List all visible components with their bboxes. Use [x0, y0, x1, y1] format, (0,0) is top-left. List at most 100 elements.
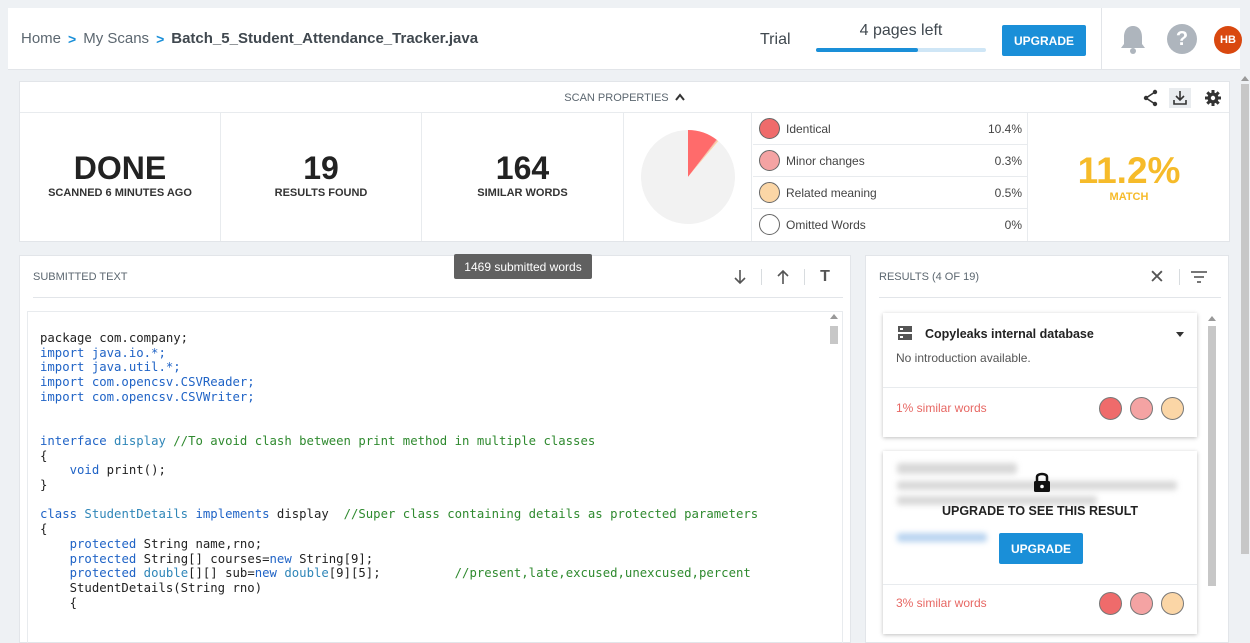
divider — [883, 387, 1197, 388]
upgrade-result-button[interactable]: UPGRADE — [999, 533, 1083, 564]
match-cell: 11.2% MATCH — [1029, 113, 1229, 241]
legend-row: Minor changes 0.3% — [753, 145, 1028, 177]
scroll-up-icon[interactable] — [1241, 76, 1249, 81]
gear-icon[interactable] — [1202, 88, 1224, 108]
legend-label: Related meaning — [786, 186, 877, 200]
code-line: import com.opencsv.CSVReader; — [40, 375, 255, 390]
legend-label: Omitted Words — [786, 218, 866, 232]
code-line: package com.company; — [40, 331, 189, 345]
page-scrollbar[interactable] — [1240, 74, 1250, 643]
results-title: RESULTS (4 OF 19) — [879, 271, 980, 283]
close-icon[interactable]: ✕ — [1149, 266, 1165, 289]
chevron-down-icon[interactable] — [1176, 332, 1184, 337]
breadcrumb-separator: > — [68, 30, 77, 47]
submitted-words-tooltip: 1469 submitted words — [454, 254, 592, 279]
upgrade-button[interactable]: UPGRADE — [1002, 25, 1086, 56]
filter-icon[interactable] — [1190, 270, 1208, 284]
results-panel: RESULTS (4 OF 19) ✕ Copyleaks internal d… — [865, 255, 1229, 643]
legend-value: 0.3% — [994, 154, 1022, 168]
legend-value: 0.5% — [994, 186, 1022, 200]
breadcrumb-home[interactable]: Home — [21, 30, 61, 47]
legend-dot — [759, 182, 780, 203]
legend-dot — [759, 150, 780, 171]
upgrade-message: UPGRADE TO SEE THIS RESULT — [941, 504, 1139, 518]
result-card[interactable]: Copyleaks internal database No introduct… — [883, 313, 1197, 437]
legend-value: 0% — [1004, 218, 1022, 232]
match-pie-cell — [624, 113, 752, 241]
code-line: import java.io.*; — [40, 345, 166, 360]
related-meaning-dot — [1161, 592, 1184, 615]
divider — [1101, 8, 1102, 70]
result-similarity: 3% similar words — [896, 596, 987, 610]
submitted-text-panel: SUBMITTED TEXT T package com.company; imp… — [19, 255, 851, 643]
related-meaning-dot — [1161, 397, 1184, 420]
code-line: void print(); — [69, 463, 166, 478]
scrollbar-thumb[interactable] — [1208, 326, 1216, 586]
text-format-icon[interactable]: T — [815, 267, 835, 287]
identical-dot — [1099, 592, 1122, 615]
legend-row: Omitted Words 0% — [753, 209, 1028, 241]
code-line: protected String[] courses=new String[9]… — [69, 551, 374, 566]
result-similarity: 1% similar words — [896, 401, 987, 415]
scroll-up-icon[interactable] — [1208, 316, 1216, 321]
results-found-cell: 19 RESULTS FOUND — [221, 113, 422, 241]
code-line: protected String name,rno; — [69, 536, 263, 551]
arrow-down-icon[interactable] — [730, 267, 750, 287]
code-viewer[interactable]: package com.company; import java.io.*; imp… — [27, 311, 843, 643]
scrollbar-thumb[interactable] — [1241, 84, 1249, 554]
match-legend: Identical 10.4% Minor changes 0.3% Related m… — [753, 113, 1028, 241]
avatar[interactable]: HB — [1214, 26, 1242, 54]
legend-label: Minor changes — [786, 154, 865, 168]
divider — [883, 584, 1197, 585]
submitted-text-title: SUBMITTED TEXT — [33, 271, 128, 283]
code-line: } — [40, 478, 48, 493]
top-bar: Home > My Scans > Batch_5_Student_Attend… — [8, 8, 1242, 70]
legend-dot — [759, 214, 780, 235]
minor-changes-dot — [1130, 397, 1153, 420]
trial-label: Trial — [760, 31, 791, 48]
similar-words-label: SIMILAR WORDS — [477, 187, 568, 199]
database-icon — [898, 326, 912, 340]
pages-left-text: 4 pages left — [859, 22, 943, 39]
scan-properties-panel: SCAN PROPERTIES DONE SCANNED 6 MINUTES A… — [19, 81, 1230, 242]
code-line: protected double[][] sub=new double[9][5… — [69, 566, 751, 581]
legend-value: 10.4% — [987, 122, 1022, 136]
blurred-title — [897, 463, 1017, 474]
scan-status-label: SCANNED 6 MINUTES AGO — [48, 187, 192, 199]
breadcrumb-my-scans[interactable]: My Scans — [83, 30, 149, 47]
legend-row: Related meaning 0.5% — [753, 177, 1028, 209]
scroll-up-icon[interactable] — [830, 314, 838, 319]
scan-status-cell: DONE SCANNED 6 MINUTES AGO — [20, 113, 221, 241]
scan-status-value: DONE — [73, 150, 167, 186]
results-found-label: RESULTS FOUND — [274, 187, 368, 199]
divider — [33, 297, 843, 298]
bell-icon[interactable] — [1119, 24, 1147, 54]
arrow-up-icon[interactable] — [773, 267, 793, 287]
legend-row: Identical 10.4% — [753, 113, 1028, 145]
breadcrumb: Home > My Scans > Batch_5_Student_Attend… — [21, 30, 478, 47]
code-line: class StudentDetails implements display … — [40, 507, 759, 522]
results-scrollbar[interactable] — [1206, 314, 1218, 643]
chevron-up-icon[interactable] — [674, 93, 685, 101]
breadcrumb-separator: > — [156, 30, 165, 47]
divider — [879, 297, 1221, 298]
toolbar-separator — [761, 269, 762, 285]
code-line: StudentDetails(String rno) — [40, 580, 263, 595]
help-icon[interactable]: ? — [1167, 24, 1197, 54]
code-line: { — [40, 522, 48, 537]
result-source-title[interactable]: Copyleaks internal database — [925, 327, 1094, 341]
share-icon[interactable] — [1140, 88, 1162, 108]
results-found-value: 19 — [303, 150, 339, 186]
toolbar-separator — [1179, 269, 1180, 285]
toolbar-separator — [804, 269, 805, 285]
identical-dot — [1099, 397, 1122, 420]
code-scrollbar[interactable] — [828, 312, 840, 643]
scan-properties-header[interactable]: SCAN PROPERTIES — [20, 82, 1229, 113]
scan-properties-title[interactable]: SCAN PROPERTIES — [20, 92, 1229, 104]
download-icon[interactable] — [1169, 88, 1191, 108]
scrollbar-thumb[interactable] — [830, 326, 838, 344]
pie-slice — [641, 130, 735, 224]
